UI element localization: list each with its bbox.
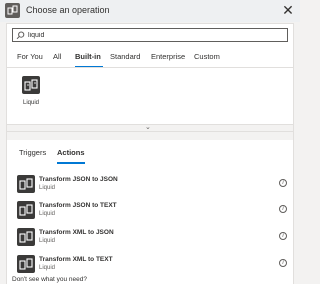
- action-connector: Liquid: [39, 211, 56, 217]
- tab-standard[interactable]: Standard: [110, 52, 140, 61]
- liquid-icon: [17, 175, 35, 193]
- action-item[interactable]: Transform JSON to TEXT Liquid i: [17, 200, 287, 222]
- dialog-title: Choose an operation: [26, 5, 110, 15]
- tab-custom[interactable]: Custom: [194, 52, 220, 61]
- tab-for-you[interactable]: For You: [17, 52, 43, 61]
- actions-panel: Triggers Actions Transform JSON to JSON …: [7, 140, 293, 284]
- liquid-icon: [17, 255, 35, 273]
- connector-list: Liquid: [7, 68, 293, 124]
- section-gap: [7, 132, 293, 140]
- action-name: Transform JSON to JSON: [39, 176, 118, 183]
- action-name: Transform JSON to TEXT: [39, 202, 117, 209]
- chevron-down-icon: ⌄: [145, 124, 151, 131]
- liquid-icon: [22, 76, 40, 94]
- action-item[interactable]: Transform XML to TEXT Liquid i: [17, 254, 287, 276]
- collapse-toggle[interactable]: ⌄: [7, 124, 293, 132]
- connector-label: Liquid: [22, 100, 39, 106]
- help-link[interactable]: Don't see what you need?: [12, 276, 87, 283]
- search-input[interactable]: [28, 29, 283, 41]
- liquid-icon: [17, 201, 35, 219]
- action-item[interactable]: Transform XML to JSON Liquid i: [17, 227, 287, 249]
- dialog-header: Choose an operation ✕: [0, 0, 300, 22]
- info-icon[interactable]: i: [279, 179, 287, 187]
- action-name: Transform XML to JSON: [39, 229, 114, 236]
- action-item[interactable]: Transform JSON to JSON Liquid i: [17, 174, 287, 196]
- connector-liquid[interactable]: Liquid: [19, 76, 43, 106]
- action-connector: Liquid: [39, 185, 56, 191]
- operation-panel: For You All Built-in Standard Enterprise…: [6, 23, 294, 284]
- tab-all[interactable]: All: [53, 52, 61, 61]
- action-name: Transform XML to TEXT: [39, 256, 113, 263]
- operation-icon: [5, 3, 20, 18]
- action-connector: Liquid: [39, 238, 56, 244]
- tab-built-in[interactable]: Built-in: [75, 52, 101, 61]
- tab-enterprise[interactable]: Enterprise: [151, 52, 185, 61]
- search-box[interactable]: [12, 28, 288, 42]
- liquid-icon: [17, 228, 35, 246]
- tab-actions[interactable]: Actions: [57, 148, 85, 157]
- info-icon[interactable]: i: [279, 205, 287, 213]
- info-icon[interactable]: i: [279, 232, 287, 240]
- action-connector: Liquid: [39, 265, 56, 271]
- search-icon: [16, 31, 25, 40]
- info-icon[interactable]: i: [279, 259, 287, 267]
- active-tab-indicator: [57, 162, 85, 164]
- tab-triggers[interactable]: Triggers: [19, 148, 46, 157]
- close-button[interactable]: ✕: [280, 1, 296, 19]
